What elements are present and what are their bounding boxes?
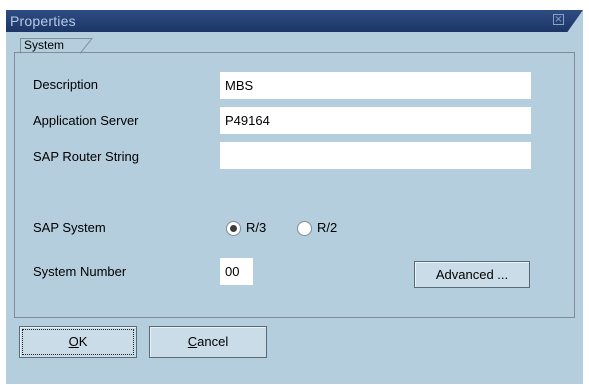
advanced-button[interactable]: Advanced ...: [414, 261, 530, 288]
system-tab-label: System: [24, 38, 65, 52]
cancel-mnemonic: C: [187, 334, 198, 349]
radio-r2[interactable]: [297, 221, 312, 236]
ok-button[interactable]: OK: [19, 326, 137, 358]
title-bar[interactable]: Properties: [6, 10, 583, 32]
description-field[interactable]: [220, 72, 531, 99]
radio-selected-dot: [230, 225, 237, 232]
sap-router-string-label: SAP Router String: [33, 149, 139, 164]
close-icon[interactable]: ×: [553, 14, 564, 25]
system-tab: System: [20, 38, 100, 54]
properties-dialog: Properties × System Description Applicat…: [6, 10, 583, 384]
sap-router-string-field[interactable]: [220, 142, 531, 169]
application-server-label: Application Server: [33, 113, 139, 128]
window-title: Properties: [10, 13, 76, 29]
system-number-label: System Number: [33, 264, 127, 279]
radio-r3[interactable]: [226, 221, 241, 236]
application-server-field[interactable]: [220, 107, 531, 134]
description-label: Description: [33, 77, 99, 92]
ok-mnemonic: O: [68, 334, 79, 349]
radio-r3-label[interactable]: R/3: [246, 220, 266, 235]
cancel-label-rest: ancel: [197, 334, 229, 349]
cancel-button[interactable]: Cancel: [149, 326, 267, 358]
system-number-field[interactable]: [220, 258, 253, 285]
sap-system-label: SAP System: [33, 220, 106, 235]
radio-r2-label[interactable]: R/2: [317, 220, 337, 235]
ok-label-rest: K: [78, 334, 88, 349]
